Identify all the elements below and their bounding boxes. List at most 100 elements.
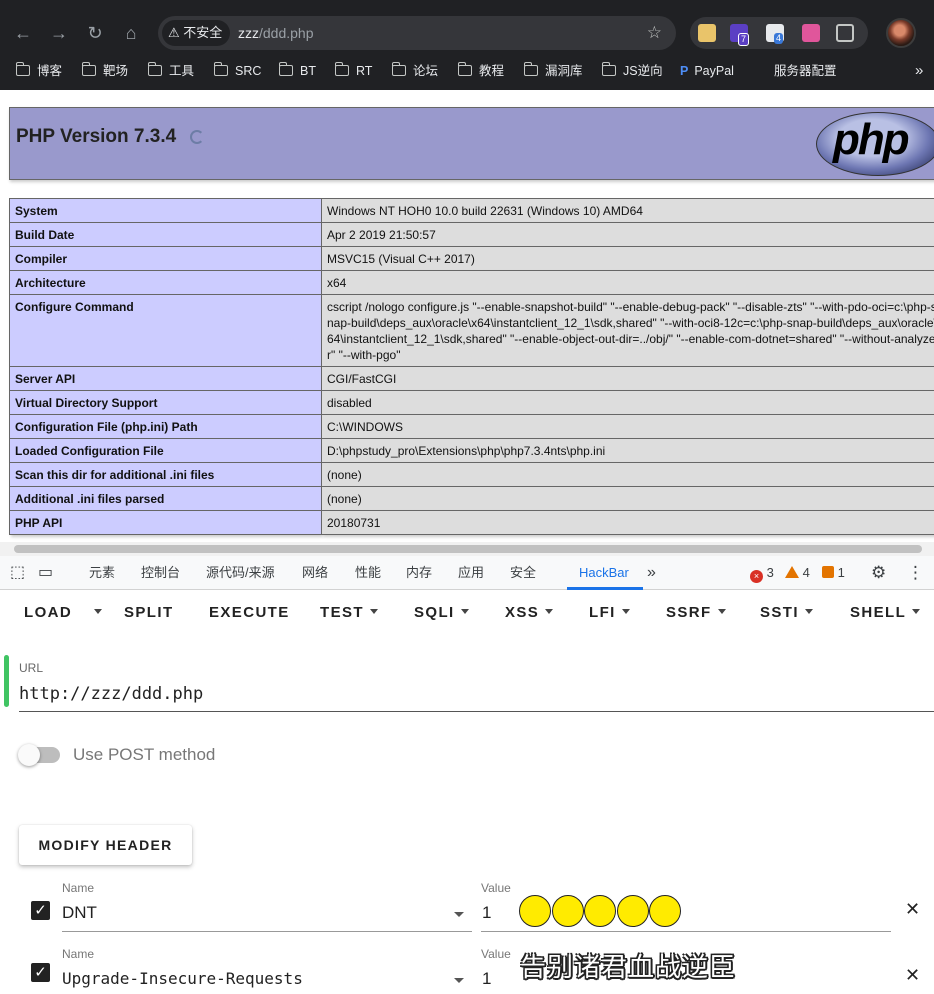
warning-icon: [785, 566, 799, 578]
puzzle-icon[interactable]: [836, 24, 854, 42]
caret-down-icon: [621, 609, 630, 614]
row-value: C:\WINDOWS: [321, 414, 934, 439]
bookmark-folder[interactable]: BT: [278, 58, 316, 84]
folder-icon: [213, 62, 228, 76]
menu-label: TEST: [320, 604, 364, 621]
home-icon[interactable]: ⌂: [118, 20, 144, 46]
tab-application[interactable]: 应用: [458, 556, 484, 590]
extension-icon[interactable]: [802, 24, 820, 42]
chevron-down-icon[interactable]: [454, 912, 464, 917]
tab-network[interactable]: 网络: [302, 556, 328, 590]
load-dropdown-icon[interactable]: [88, 604, 102, 621]
row-value: disabled: [321, 390, 934, 415]
extension-icon[interactable]: 7: [730, 24, 750, 46]
tab-memory[interactable]: 内存: [406, 556, 432, 590]
extension-icon[interactable]: [698, 24, 716, 42]
row-key: Compiler: [9, 246, 322, 271]
caret-down-icon: [912, 609, 921, 614]
header-value-input[interactable]: 1: [482, 969, 491, 989]
inspect-icon[interactable]: ⬚: [10, 556, 25, 590]
table-row: Loaded Configuration File D:\phpstudy_pro…: [9, 438, 934, 463]
post-method-label: Use POST method: [73, 745, 216, 764]
kebab-menu-icon[interactable]: ⋮: [907, 556, 924, 590]
table-row: Additional .ini files parsed (none): [9, 486, 934, 511]
phpinfo-table: System Windows NT HOH0 10.0 build 22631 (…: [9, 198, 934, 535]
bookmark-label: RT: [356, 64, 373, 78]
xss-menu[interactable]: XSS: [505, 604, 554, 621]
lfi-menu[interactable]: LFI: [589, 604, 630, 621]
execute-button[interactable]: EXECUTE: [209, 604, 290, 621]
avatar[interactable]: [886, 18, 916, 48]
bookmark-paypal[interactable]: P PayPal: [680, 58, 734, 84]
header-value-input[interactable]: 1: [482, 903, 491, 923]
folder-icon: [334, 62, 349, 76]
modify-header-button[interactable]: MODIFY HEADER: [19, 825, 192, 865]
bookmark-folder[interactable]: 博客: [15, 58, 63, 84]
split-button[interactable]: SPLIT: [124, 604, 174, 621]
close-icon[interactable]: ✕: [905, 899, 920, 920]
header-name-label: Name: [62, 881, 95, 895]
bookmark-folder[interactable]: 教程: [457, 58, 504, 84]
url-label: URL: [19, 661, 44, 675]
field-underline: [62, 931, 472, 932]
tab-performance[interactable]: 性能: [355, 556, 381, 590]
bookmark-label: 论坛: [413, 64, 439, 78]
table-row: Build Date Apr 2 2019 21:50:57: [9, 222, 934, 247]
issue-count[interactable]: 1: [822, 556, 845, 590]
bookmark-folder[interactable]: 靶场: [81, 58, 129, 84]
bookmark-folder[interactable]: 漏洞库: [523, 58, 583, 84]
bookmark-folder[interactable]: SRC: [213, 58, 261, 84]
bookmark-server[interactable]: 服务器配置: [774, 58, 837, 84]
bookmark-folder[interactable]: 工具: [147, 58, 194, 84]
url-input[interactable]: http://zzz/ddd.php: [19, 684, 203, 704]
chevron-down-icon[interactable]: [454, 978, 464, 983]
bookmarks-overflow-icon[interactable]: »: [915, 58, 923, 84]
bookmark-label: 靶场: [103, 64, 129, 78]
url-text[interactable]: zzz/ddd.php: [238, 16, 314, 50]
tab-console[interactable]: 控制台: [141, 556, 180, 590]
hackbar-panel: LOAD SPLIT EXECUTE TEST SQLI XSS LFI SSR…: [0, 590, 934, 994]
shell-menu[interactable]: SHELL: [850, 604, 921, 621]
header-checkbox[interactable]: ✓: [31, 963, 50, 982]
bookmark-star-icon[interactable]: ☆: [647, 16, 662, 50]
gear-icon[interactable]: ⚙: [871, 556, 886, 590]
tab-sources[interactable]: 源代码/来源: [206, 556, 275, 590]
tab-elements[interactable]: 元素: [89, 556, 115, 590]
warning-count[interactable]: 4: [785, 556, 810, 590]
header-name-select[interactable]: Upgrade-Insecure-Requests: [62, 969, 303, 988]
back-icon[interactable]: ←: [10, 20, 36, 46]
tab-hackbar[interactable]: HackBar: [579, 556, 629, 590]
header-name-select[interactable]: DNT: [62, 903, 97, 923]
header-checkbox[interactable]: ✓: [31, 901, 50, 920]
error-count[interactable]: × 3: [750, 556, 774, 590]
resize-handle[interactable]: [4, 655, 9, 707]
more-tabs-icon[interactable]: »: [647, 556, 656, 590]
loading-spinner-icon: [190, 130, 204, 144]
post-method-toggle[interactable]: [18, 744, 60, 766]
close-icon[interactable]: ✕: [905, 965, 920, 986]
toggle-knob[interactable]: [18, 744, 40, 766]
test-menu[interactable]: TEST: [320, 604, 378, 621]
forward-icon[interactable]: →: [46, 20, 72, 46]
device-toggle-icon[interactable]: ▭: [38, 556, 53, 590]
load-button[interactable]: LOAD: [24, 604, 72, 621]
header-name-label: Name: [62, 947, 95, 961]
bookmark-folder[interactable]: 论坛: [391, 58, 439, 84]
bookmark-folder[interactable]: JS逆向: [601, 58, 663, 84]
scrollbar-thumb[interactable]: [14, 545, 922, 553]
reload-icon[interactable]: ↻: [82, 20, 108, 46]
row-key: PHP API: [9, 510, 322, 535]
tab-security[interactable]: 安全: [510, 556, 536, 590]
sqli-menu[interactable]: SQLI: [414, 604, 469, 621]
ssrf-menu[interactable]: SSRF: [666, 604, 726, 621]
ssti-menu[interactable]: SSTI: [760, 604, 813, 621]
horizontal-scrollbar[interactable]: [0, 542, 934, 556]
table-row: Scan this dir for additional .ini files(…: [9, 462, 934, 487]
menu-label: SQLI: [414, 604, 455, 621]
overlay-dot: [519, 895, 551, 927]
security-chip[interactable]: ⚠ 不安全: [162, 20, 231, 46]
bookmark-folder[interactable]: RT: [334, 58, 373, 84]
extension-icon[interactable]: 4: [766, 24, 784, 44]
address-bar[interactable]: ⚠ 不安全 zzz/ddd.php ☆: [158, 16, 676, 50]
bookmark-label: 博客: [37, 64, 63, 78]
